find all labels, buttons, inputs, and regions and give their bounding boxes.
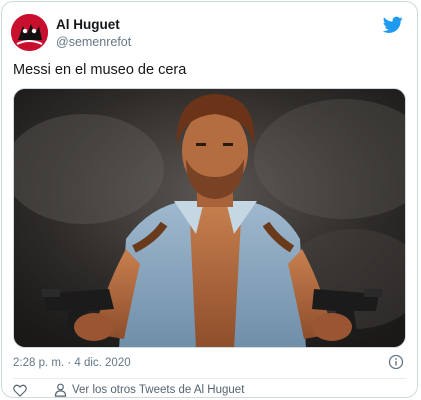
user-handle[interactable]: @semenrefot bbox=[56, 35, 131, 49]
tweet-card[interactable]: Al Huguet @semenrefot Messi en el museo … bbox=[1, 1, 418, 398]
tweet-photo bbox=[14, 89, 405, 347]
info-icon[interactable] bbox=[388, 354, 404, 370]
tweet-text: Messi en el museo de cera bbox=[13, 62, 187, 78]
divider bbox=[13, 378, 406, 379]
twitter-bird-icon[interactable] bbox=[383, 16, 403, 34]
person-icon bbox=[54, 383, 67, 397]
user-name[interactable]: Al Huguet bbox=[56, 17, 120, 32]
avatar-image bbox=[11, 14, 48, 51]
more-tweets-link[interactable]: Ver los otros Tweets de Al Huguet bbox=[72, 384, 244, 396]
avatar[interactable] bbox=[11, 14, 48, 51]
tweet-timestamp[interactable]: 2:28 p. m. · 4 dic. 2020 bbox=[13, 357, 131, 369]
heart-icon[interactable] bbox=[13, 384, 27, 397]
tweet-image[interactable] bbox=[13, 88, 406, 348]
